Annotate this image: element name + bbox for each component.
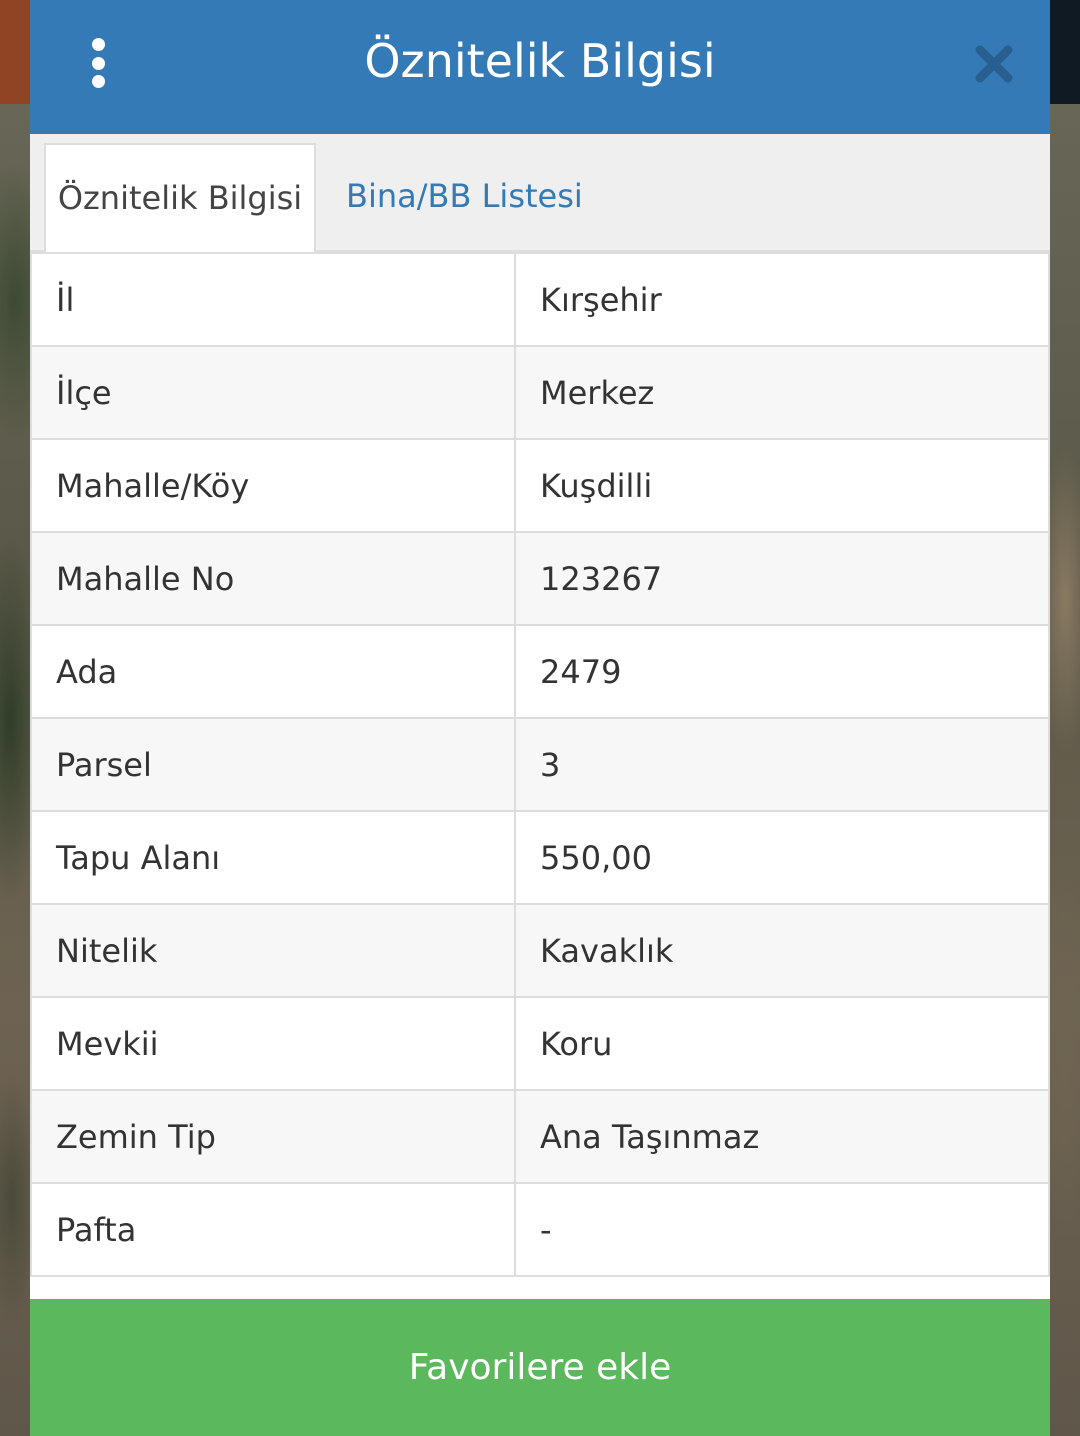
attribute-key: Mahalle No <box>30 531 516 626</box>
attribute-value: Kırşehir <box>514 252 1050 347</box>
table-row: Nitelik Kavaklık <box>30 903 1050 998</box>
attribute-value: Ana Taşınmaz <box>514 1089 1050 1184</box>
attribute-key: Mevkii <box>30 996 516 1091</box>
close-icon[interactable] <box>974 44 1014 84</box>
table-row: Tapu Alanı 550,00 <box>30 810 1050 905</box>
attribute-key: Parsel <box>30 717 516 812</box>
attribute-key: İl <box>30 252 516 347</box>
table-row: İl Kırşehir <box>30 252 1050 347</box>
table-row: Zemin Tip Ana Taşınmaz <box>30 1089 1050 1184</box>
attribute-key: Zemin Tip <box>30 1089 516 1184</box>
table-row: Mevkii Koru <box>30 996 1050 1091</box>
attribute-value: 123267 <box>514 531 1050 626</box>
attribute-value: 550,00 <box>514 810 1050 905</box>
table-row: Ada 2479 <box>30 624 1050 719</box>
attribute-key: Ada <box>30 624 516 719</box>
tab-bar: Öznitelik Bilgisi Bina/BB Listesi <box>30 134 1050 252</box>
table-row: Mahalle No 123267 <box>30 531 1050 626</box>
attribute-value: 3 <box>514 717 1050 812</box>
tab-attribute-info[interactable]: Öznitelik Bilgisi <box>44 143 316 252</box>
attribute-value: Kuşdilli <box>514 438 1050 533</box>
map-control-right <box>1050 0 1080 104</box>
add-to-favorites-button[interactable]: Favorilere ekle <box>30 1299 1050 1436</box>
attribute-info-dialog: Öznitelik Bilgisi Öznitelik Bilgisi Bina… <box>30 0 1050 1436</box>
attribute-value: Koru <box>514 996 1050 1091</box>
attribute-value: - <box>514 1182 1050 1277</box>
dialog-title: Öznitelik Bilgisi <box>364 34 716 88</box>
attribute-value: Kavaklık <box>514 903 1050 998</box>
attribute-value: 2479 <box>514 624 1050 719</box>
attribute-key: Nitelik <box>30 903 516 998</box>
attribute-key: Pafta <box>30 1182 516 1277</box>
attribute-key: İlçe <box>30 345 516 440</box>
map-control-left <box>0 0 30 104</box>
attribute-table: İl Kırşehir İlçe Merkez Mahalle/Köy Kuşd… <box>30 252 1050 1277</box>
attribute-key: Tapu Alanı <box>30 810 516 905</box>
attribute-value: Merkez <box>514 345 1050 440</box>
table-row: İlçe Merkez <box>30 345 1050 440</box>
attribute-key: Mahalle/Köy <box>30 438 516 533</box>
table-row: Mahalle/Köy Kuşdilli <box>30 438 1050 533</box>
table-row: Parsel 3 <box>30 717 1050 812</box>
dialog-header: Öznitelik Bilgisi <box>30 0 1050 134</box>
tab-building-list[interactable]: Bina/BB Listesi <box>346 143 583 250</box>
table-row: Pafta - <box>30 1182 1050 1277</box>
